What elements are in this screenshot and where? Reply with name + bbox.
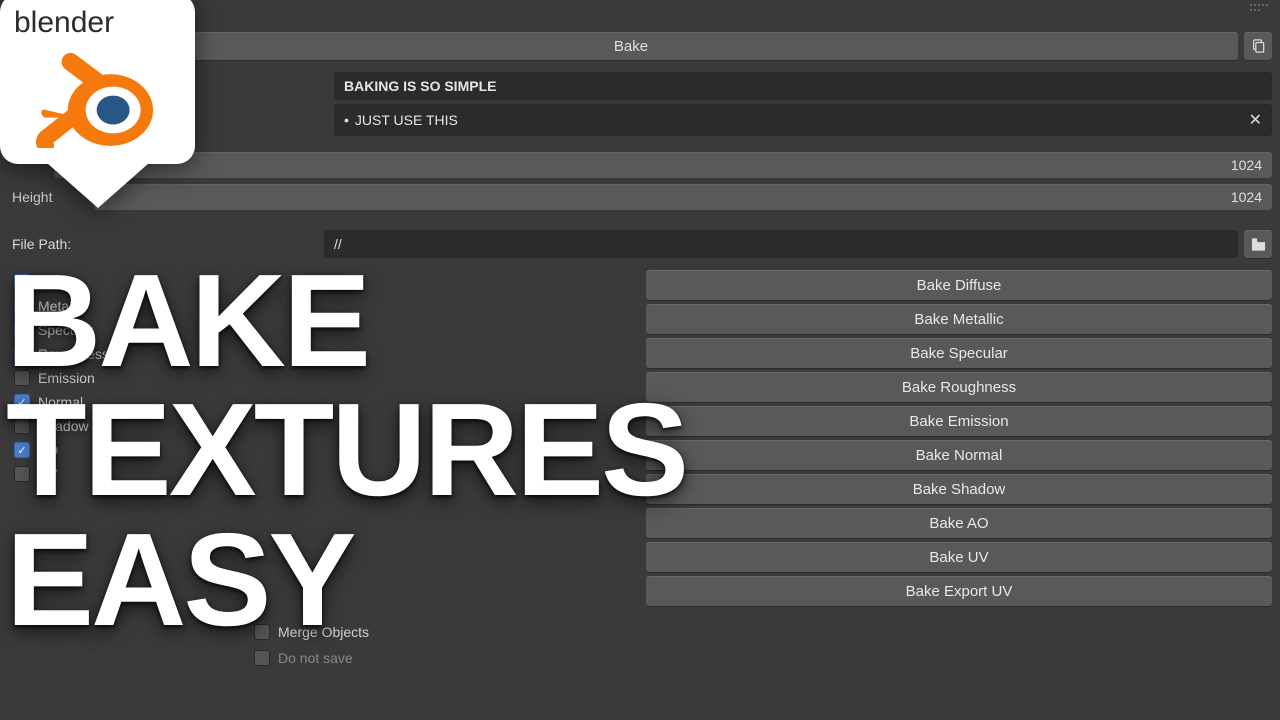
filepath-label: File Path: xyxy=(8,236,318,252)
channel-row-shadow[interactable]: Shadow xyxy=(8,416,634,436)
blender-badge: blender xyxy=(0,0,200,219)
checkbox-label: Specular xyxy=(38,322,93,338)
bake-button-list: Bake Diffuse Bake Metallic Bake Specular Ba… xyxy=(646,270,1272,606)
close-icon[interactable]: ✕ xyxy=(1249,110,1262,130)
bake-button[interactable]: Bake AO xyxy=(646,508,1272,538)
blender-logo-icon xyxy=(23,44,173,154)
browse-folder-button[interactable] xyxy=(1244,230,1272,258)
notice-sub-text: JUST USE THIS xyxy=(355,112,458,128)
merge-checkbox[interactable] xyxy=(254,624,270,640)
bake-button[interactable]: Bake Specular xyxy=(646,338,1272,368)
checkbox[interactable]: ✓ xyxy=(14,322,30,338)
bake-header-button[interactable]: Bake xyxy=(24,32,1238,60)
channel-row-diffuse[interactable]: ✓ Diffuse xyxy=(8,272,634,292)
nosave-label: Do not save xyxy=(278,650,353,666)
checkbox-label: UV xyxy=(38,466,57,482)
bake-button[interactable]: Bake Emission xyxy=(646,406,1272,436)
channel-row-roughness[interactable]: ✓ Roughness xyxy=(8,344,634,364)
bake-button[interactable]: Bake Roughness xyxy=(646,372,1272,402)
channel-row-ao[interactable]: ✓ AO xyxy=(8,440,634,460)
channel-row-uv[interactable]: UV xyxy=(8,464,634,484)
do-not-save-row: Do not save xyxy=(248,648,1272,668)
merge-label: Merge Objects xyxy=(278,624,369,640)
checkbox[interactable] xyxy=(14,466,30,482)
checkbox-label: Shadow xyxy=(38,418,89,434)
channel-checkbox-list: ✓ Diffuse ✓ Metallic ✓ Specular ✓ Roughness Emis… xyxy=(8,270,634,606)
bake-button[interactable]: Bake Shadow xyxy=(646,474,1272,504)
blender-wordmark: blender xyxy=(14,6,181,40)
bake-button[interactable]: Bake Normal xyxy=(646,440,1272,470)
checkbox[interactable] xyxy=(14,418,30,434)
merge-objects-row[interactable]: Merge Objects xyxy=(248,622,1272,642)
panel-grip-icon[interactable] xyxy=(1250,4,1270,12)
presets-icon-button[interactable] xyxy=(1244,32,1272,60)
checkbox-label: Emission xyxy=(38,370,95,386)
copy-icon xyxy=(1251,39,1265,53)
channel-row-metallic[interactable]: ✓ Metallic xyxy=(8,296,634,316)
checkbox-label: Normal xyxy=(38,394,83,410)
checkbox[interactable]: ✓ xyxy=(14,298,30,314)
nosave-checkbox xyxy=(254,650,270,666)
height-input[interactable] xyxy=(94,184,1272,210)
checkbox[interactable] xyxy=(14,370,30,386)
bake-button[interactable]: Bake Diffuse xyxy=(646,270,1272,300)
bake-button[interactable]: Bake Export UV xyxy=(646,576,1272,606)
width-input[interactable] xyxy=(54,152,1272,178)
checkbox-label: Diffuse xyxy=(38,274,81,290)
folder-icon xyxy=(1251,237,1266,251)
checkbox[interactable]: ✓ xyxy=(14,442,30,458)
filepath-input[interactable] xyxy=(324,230,1238,258)
checkbox[interactable]: ✓ xyxy=(14,274,30,290)
checkbox[interactable]: ✓ xyxy=(14,394,30,410)
channel-row-normal[interactable]: ✓ Normal xyxy=(8,392,634,412)
notice-sub-row: •JUST USE THIS ✕ xyxy=(334,104,1272,136)
channel-row-emission[interactable]: Emission xyxy=(8,368,634,388)
notice-title: BAKING IS SO SIMPLE xyxy=(334,72,1272,100)
checkbox-label: Roughness xyxy=(38,346,109,362)
bake-button[interactable]: Bake UV xyxy=(646,542,1272,572)
channel-row-specular[interactable]: ✓ Specular xyxy=(8,320,634,340)
bake-button[interactable]: Bake Metallic xyxy=(646,304,1272,334)
checkbox-label: AO xyxy=(38,442,58,458)
checkbox-label: Metallic xyxy=(38,298,85,314)
checkbox[interactable]: ✓ xyxy=(14,346,30,362)
